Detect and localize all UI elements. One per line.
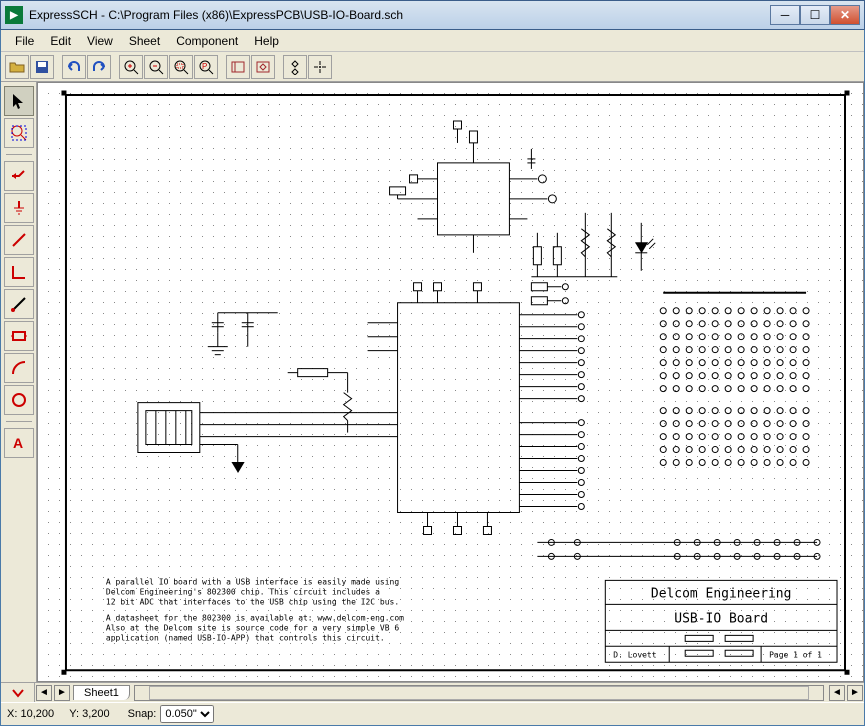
cursor-tool-icon (10, 92, 28, 110)
center-icon (312, 59, 328, 75)
input-pin-tool-icon (10, 167, 28, 185)
ground-pin-tool-icon (10, 199, 28, 217)
schematic-canvas[interactable]: A parallel IO board with a USB interface… (37, 82, 864, 682)
zoom-out-icon (148, 59, 164, 75)
toolbar: P (1, 52, 864, 82)
open-button[interactable] (5, 55, 29, 79)
undo-button[interactable] (62, 55, 86, 79)
snap-toggle-icon (287, 59, 303, 75)
snap-button[interactable] (283, 55, 307, 79)
menu-file[interactable]: File (7, 32, 42, 50)
svg-text:12 bit ADC that interfaces to: 12 bit ADC that interfaces to the USB ch… (106, 597, 399, 606)
open-icon (9, 59, 25, 75)
window-title: ExpressSCH - C:\Program Files (x86)\Expr… (29, 8, 770, 22)
status-bar: X: 10,200 Y: 3,200 Snap: 0.050" (1, 702, 864, 724)
schematic-drawing: A parallel IO board with a USB interface… (38, 83, 863, 682)
menu-sheet[interactable]: Sheet (121, 32, 168, 50)
zoom-out-button[interactable] (144, 55, 168, 79)
text-tool[interactable]: A (4, 428, 34, 458)
custom-component-icon (255, 59, 271, 75)
svg-text:Page 1 of 1: Page 1 of 1 (769, 650, 822, 659)
ground-pin-tool[interactable] (4, 193, 34, 223)
svg-text:D. Lovett: D. Lovett (613, 650, 656, 659)
component-rect-tool-icon (10, 327, 28, 345)
snap-select[interactable]: 0.050" (160, 705, 214, 723)
undo-icon (66, 59, 82, 75)
svg-text:Delcom Engineering: Delcom Engineering (651, 586, 792, 601)
circle-tool[interactable] (4, 385, 34, 415)
corner-tool-icon (10, 263, 28, 281)
svg-text:A: A (13, 435, 23, 451)
input-pin-tool[interactable] (4, 161, 34, 191)
menu-bar: File Edit View Sheet Component Help (1, 30, 864, 52)
status-coords: X: 10,200 Y: 3,200 (7, 708, 110, 720)
redo-button[interactable] (87, 55, 111, 79)
tool-palette: A (1, 82, 37, 682)
maximize-button[interactable]: ☐ (800, 5, 830, 25)
tab-next-button[interactable]: ► (54, 685, 70, 701)
zoom-select-tool-icon (10, 124, 28, 142)
status-snap: Snap: 0.050" (128, 705, 215, 723)
menu-component[interactable]: Component (168, 32, 246, 50)
custom-comp-button[interactable] (251, 55, 275, 79)
zoom-prev-icon: P (198, 59, 214, 75)
zoom-rect-icon (173, 59, 189, 75)
minimize-button[interactable]: ─ (770, 5, 800, 25)
menu-view[interactable]: View (79, 32, 121, 50)
svg-text:Also at the Delcom site is sou: Also at the Delcom site is source code f… (106, 623, 399, 632)
svg-text:P: P (202, 62, 207, 71)
menu-help[interactable]: Help (246, 32, 287, 50)
diagonal-tool[interactable] (4, 289, 34, 319)
zoom-in-button[interactable] (119, 55, 143, 79)
arc-tool[interactable] (4, 353, 34, 383)
menu-edit[interactable]: Edit (42, 32, 79, 50)
options-icon[interactable] (1, 683, 35, 702)
svg-text:Delcom Engineering's 802300 ch: Delcom Engineering's 802300 chip. This c… (106, 587, 380, 596)
arc-tool-icon (10, 359, 28, 377)
horizontal-scrollbar[interactable] (134, 685, 824, 701)
save-button[interactable] (30, 55, 54, 79)
svg-text:A parallel IO board with a USB: A parallel IO board with a USB interface… (106, 577, 399, 586)
cursor-tool[interactable] (4, 86, 34, 116)
wire-tool-icon (10, 231, 28, 249)
svg-text:USB-IO Board: USB-IO Board (674, 611, 768, 626)
title-bar: ▶ ExpressSCH - C:\Program Files (x86)\Ex… (0, 0, 865, 30)
app-icon: ▶ (5, 6, 23, 24)
zoom-in-icon (123, 59, 139, 75)
svg-text:A datasheet for the 802300 is: A datasheet for the 802300 is available … (106, 613, 404, 622)
wire-tool[interactable] (4, 225, 34, 255)
hscroll-right-button[interactable]: ► (847, 685, 863, 701)
comp-library-button[interactable] (226, 55, 250, 79)
redo-icon (91, 59, 107, 75)
svg-text:application (named USB-IO-APP): application (named USB-IO-APP) that cont… (106, 633, 385, 642)
text-tool-icon: A (10, 434, 28, 452)
diagonal-tool-icon (10, 295, 28, 313)
sheet-tab[interactable]: Sheet1 (73, 685, 130, 700)
corner-tool[interactable] (4, 257, 34, 287)
tab-prev-button[interactable]: ◄ (36, 685, 52, 701)
zoom-select-tool[interactable] (4, 118, 34, 148)
component-manager-icon (230, 59, 246, 75)
hscroll-left-button[interactable]: ◄ (829, 685, 845, 701)
circle-tool-icon (10, 391, 28, 409)
center-button[interactable] (308, 55, 332, 79)
close-button[interactable]: ✕ (830, 5, 860, 25)
sheet-tab-bar: ◄ ► Sheet1 ◄ ► (1, 682, 864, 702)
proto-grid (660, 293, 809, 466)
zoom-prev-button[interactable]: P (194, 55, 218, 79)
component-rect-tool[interactable] (4, 321, 34, 351)
zoom-rect-button[interactable] (169, 55, 193, 79)
save-icon (34, 59, 50, 75)
